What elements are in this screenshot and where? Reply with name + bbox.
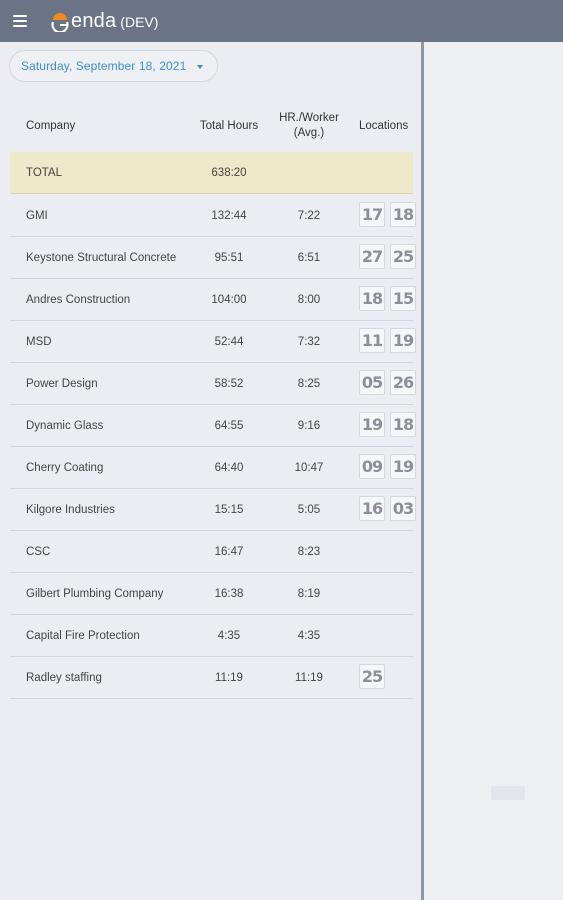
company-name: GMI [26, 210, 48, 222]
location-badge[interactable]: 18 [390, 412, 416, 437]
total-hours: 16:47 [214, 546, 244, 558]
company-hours-panel: Saturday, September 18, 2021 Company Tot… [0, 42, 421, 900]
location-badge[interactable]: 19 [390, 328, 416, 353]
company-name: Dynamic Glass [26, 420, 104, 432]
location-badges: 25 [359, 664, 390, 689]
company-name: Gilbert Plumbing Company [26, 588, 164, 600]
hr-per-worker: 8:25 [297, 378, 321, 390]
company-name: CSC [26, 546, 51, 558]
total-hours: 11:19 [215, 672, 243, 684]
table-row[interactable]: Capital Fire Protection 4:35 4:35 [10, 615, 413, 657]
hr-per-worker: 8:19 [297, 588, 321, 600]
total-hours: 95:51 [214, 252, 244, 264]
location-badges: 17 18 [359, 202, 421, 227]
company-name: MSD [26, 336, 52, 348]
hr-per-worker: 7:22 [297, 210, 321, 222]
location-badge[interactable]: 25 [390, 244, 416, 269]
placeholder-chip [491, 786, 525, 800]
location-badge[interactable]: 15 [390, 286, 416, 311]
location-badge[interactable]: 18 [390, 202, 416, 227]
company-name: Radley staffing [26, 672, 102, 684]
table-row[interactable]: Power Design 58:52 8:25 05 26 [10, 363, 416, 405]
company-name: Keystone Structural Concrete [26, 252, 177, 264]
hr-per-worker: 10:47 [294, 462, 324, 474]
location-badges: 16 03 [359, 496, 421, 521]
location-badges: 27 25 [359, 244, 421, 269]
total-hours: 64:55 [214, 420, 244, 432]
table-row[interactable]: MSD 52:44 7:32 11 19 [10, 321, 416, 363]
total-label: TOTAL [26, 167, 62, 179]
hr-per-worker: 6:51 [297, 252, 321, 264]
top-app-bar: enda (DEV) [0, 0, 563, 44]
company-name: Power Design [26, 378, 98, 390]
location-badges: 18 15 [359, 286, 421, 311]
hr-per-worker: 5:05 [297, 504, 321, 516]
hr-per-worker: 11:19 [295, 672, 323, 684]
company-name: Kilgore Industries [26, 504, 115, 516]
location-badge[interactable]: 09 [359, 454, 385, 479]
detail-panel [424, 42, 563, 900]
total-hours: 15:15 [214, 504, 244, 516]
company-name: Cherry Coating [26, 462, 104, 474]
location-badge[interactable]: 05 [359, 370, 385, 395]
location-badges: 05 26 [359, 370, 421, 395]
total-hours: 58:52 [214, 378, 244, 390]
total-hours: 132:44 [211, 210, 247, 222]
location-badge[interactable]: 26 [390, 370, 416, 395]
date-picker[interactable]: Saturday, September 18, 2021 [9, 50, 218, 82]
hr-per-worker: 8:00 [297, 294, 321, 306]
location-badges: 11 19 [359, 328, 421, 353]
total-hours: 16:38 [214, 588, 244, 600]
total-row: TOTAL 638:20 [10, 152, 413, 194]
table-row[interactable]: Dynamic Glass 64:55 9:16 19 18 [10, 405, 416, 447]
app-name: enda [71, 9, 117, 32]
hr-per-worker: 9:16 [297, 420, 321, 432]
logo-icon [50, 10, 70, 34]
column-header-hr-worker-line1: HR./Worker [279, 112, 339, 124]
table-row[interactable]: Gilbert Plumbing Company 16:38 8:19 [10, 573, 413, 615]
table-row[interactable]: Andres Construction 104:00 8:00 18 15 [10, 279, 416, 321]
table-row[interactable]: Keystone Structural Concrete 95:51 6:51 27 2… [10, 237, 416, 279]
total-hours: 52:44 [214, 336, 244, 348]
location-badge[interactable]: 25 [359, 664, 385, 689]
column-header-company[interactable]: Company [26, 119, 75, 134]
location-badges: 09 19 [359, 454, 421, 479]
table-row[interactable]: Cherry Coating 64:40 10:47 09 19 [10, 447, 416, 489]
total-hours: 4:35 [217, 630, 241, 642]
table-row[interactable]: GMI 132:44 7:22 17 18 [10, 195, 416, 237]
total-hours: 104:00 [211, 294, 247, 306]
location-badge[interactable]: 17 [359, 202, 385, 227]
location-badge[interactable]: 16 [359, 496, 385, 521]
column-header-hr-worker[interactable]: HR./Worker (Avg.) [271, 111, 347, 141]
total-hours-value: 638:20 [211, 167, 247, 179]
location-badge[interactable]: 27 [359, 244, 385, 269]
app-logo[interactable]: enda (DEV) [50, 6, 158, 36]
date-value: Saturday, September 18, 2021 [21, 59, 187, 73]
total-hours: 64:40 [214, 462, 244, 474]
table-row[interactable]: Kilgore Industries 15:15 5:05 16 03 [10, 489, 416, 531]
environment-label: (DEV) [120, 14, 159, 30]
company-name: Andres Construction [26, 294, 131, 306]
location-badge[interactable]: 19 [390, 454, 416, 479]
hr-per-worker: 7:32 [297, 336, 321, 348]
location-badge[interactable]: 03 [390, 496, 416, 521]
table-row[interactable]: Radley staffing 11:19 11:19 25 [10, 657, 413, 699]
table-row[interactable]: CSC 16:47 8:23 [10, 531, 413, 573]
column-header-hr-worker-line2: (Avg.) [293, 127, 325, 139]
hr-per-worker: 4:35 [297, 630, 321, 642]
location-badges: 19 18 [359, 412, 421, 437]
company-name: Capital Fire Protection [26, 630, 140, 642]
table-header: Company Total Hours HR./Worker (Avg.) Lo… [0, 102, 421, 150]
hr-per-worker: 8:23 [297, 546, 321, 558]
column-header-locations[interactable]: Locations [359, 119, 408, 134]
location-badge[interactable]: 18 [359, 286, 385, 311]
location-badge[interactable]: 19 [359, 412, 385, 437]
column-header-total-hours[interactable]: Total Hours [193, 119, 265, 134]
chevron-down-icon [197, 65, 203, 69]
location-badge[interactable]: 11 [359, 328, 385, 353]
hamburger-menu-icon[interactable] [13, 15, 27, 27]
